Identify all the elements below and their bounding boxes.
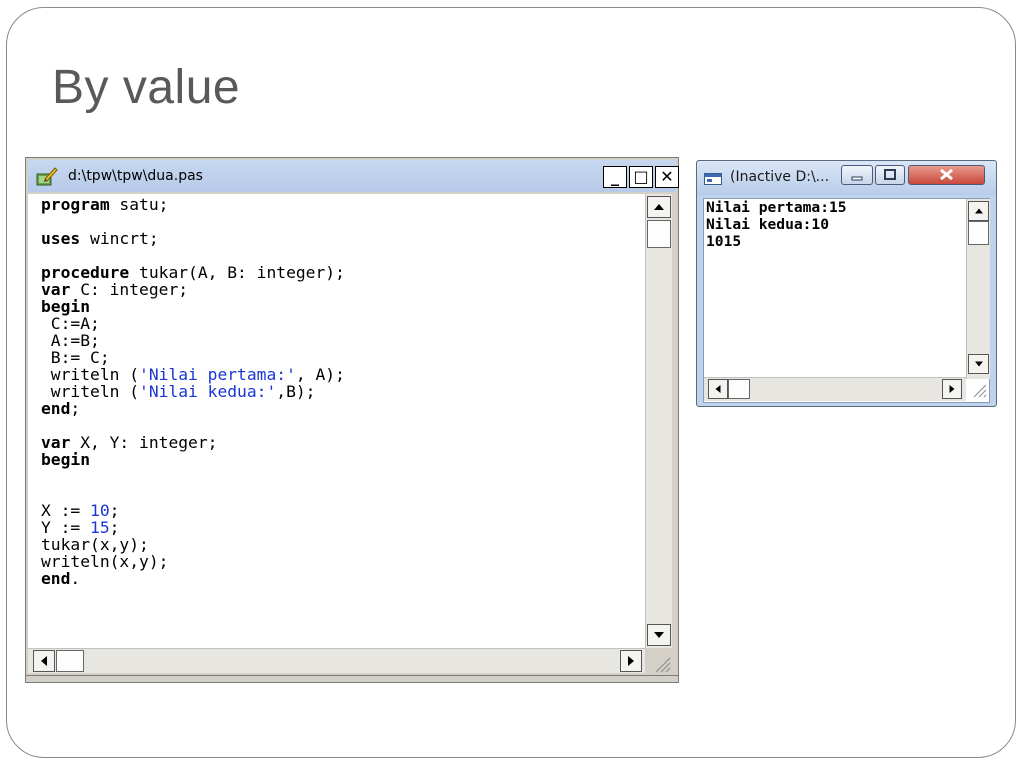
code-line[interactable]: var C: integer; [41, 281, 345, 298]
arrow-down-icon [974, 361, 983, 367]
editor-window[interactable]: d:\tpw\tpw\dua.pas _ □ ✕ program satu; u… [25, 157, 679, 683]
code-editor[interactable]: program satu; uses wincrt; procedure tuk… [28, 194, 645, 648]
console-line: 1015 [706, 233, 742, 250]
output-scroll-left-button[interactable] [708, 379, 728, 399]
code-line[interactable]: procedure tukar(A, B: integer); [41, 264, 345, 281]
arrow-right-icon [949, 385, 955, 393]
arrow-left-icon [715, 385, 721, 393]
code-line[interactable]: C:=A; [41, 315, 345, 332]
slide-title: By value [52, 61, 241, 114]
close-button[interactable]: ✕ [655, 166, 679, 188]
minimize-icon [851, 176, 863, 181]
code-line[interactable]: program satu; [41, 196, 345, 213]
console-output: Nilai pertama:15 Nilai kedua:10 1015 [703, 198, 990, 403]
code-line[interactable] [41, 213, 345, 230]
code-line[interactable]: end; [41, 400, 345, 417]
code-line[interactable] [41, 468, 345, 485]
editor-title: d:\tpw\tpw\dua.pas [68, 168, 203, 184]
console-line: Nilai kedua:10 [706, 216, 830, 233]
code-line[interactable]: B:= C; [41, 349, 345, 366]
scroll-left-button[interactable] [33, 650, 55, 672]
scroll-up-button[interactable] [647, 196, 671, 218]
code-line[interactable] [41, 247, 345, 264]
output-scroll-up-button[interactable] [968, 201, 989, 221]
code-string: 'Nilai kedua:' [139, 382, 277, 401]
code-line[interactable]: tukar(x,y); [41, 536, 345, 553]
output-hscroll-thumb[interactable] [728, 379, 750, 399]
scroll-down-button[interactable] [647, 624, 671, 646]
maximize-icon [884, 169, 896, 180]
output-maximize-button[interactable] [875, 165, 905, 185]
console-window-icon [704, 173, 722, 185]
code-text: ; [70, 399, 81, 418]
code-line[interactable]: writeln ('Nilai pertama:', A); [41, 366, 345, 383]
resize-grip-icon[interactable] [648, 652, 672, 674]
output-minimize-button[interactable] [841, 165, 873, 185]
editor-titlebar[interactable]: d:\tpw\tpw\dua.pas _ □ ✕ [28, 160, 679, 192]
code-line[interactable]: Y := 15; [41, 519, 345, 536]
console-text: Nilai pertama:15 Nilai kedua:10 1015 [706, 199, 847, 250]
window-bottom-edge [26, 675, 678, 676]
code-line[interactable]: begin [41, 451, 345, 468]
code-line[interactable] [41, 417, 345, 434]
output-window[interactable]: (Inactive D:\... Nilai pertama:15 Nilai k… [696, 160, 997, 407]
code-line[interactable]: uses wincrt; [41, 230, 345, 247]
code-text: wincrt; [80, 229, 159, 248]
output-titlebar[interactable]: (Inactive D:\... [697, 161, 996, 195]
console-line: Nilai pertama:15 [706, 199, 847, 216]
maximize-button[interactable]: □ [629, 166, 653, 188]
output-horizontal-scrollbar[interactable] [704, 377, 966, 401]
arrow-down-icon [654, 632, 664, 638]
close-icon [940, 168, 953, 181]
output-scroll-down-button[interactable] [968, 354, 989, 374]
output-scroll-right-button[interactable] [942, 379, 962, 399]
code-line[interactable]: A:=B; [41, 332, 345, 349]
code-text: . [70, 569, 81, 588]
hscroll-thumb[interactable] [56, 650, 84, 672]
output-vertical-scrollbar[interactable] [966, 199, 990, 379]
pascal-file-icon [36, 167, 58, 186]
source-code[interactable]: program satu; uses wincrt; procedure tuk… [41, 196, 345, 587]
scroll-right-button[interactable] [620, 650, 642, 672]
code-line[interactable] [41, 485, 345, 502]
output-title: (Inactive D:\... [730, 169, 830, 185]
output-close-button[interactable] [908, 165, 985, 185]
arrow-up-icon [654, 204, 664, 210]
arrow-left-icon [41, 656, 47, 666]
code-line[interactable]: end. [41, 570, 345, 587]
minimize-button[interactable]: _ [603, 166, 627, 188]
code-line[interactable]: X := 10; [41, 502, 345, 519]
editor-vertical-scrollbar[interactable] [645, 194, 672, 648]
code-keyword: program [41, 195, 110, 214]
output-resize-grip-icon[interactable] [968, 380, 988, 400]
code-line[interactable]: var X, Y: integer; [41, 434, 345, 451]
code-line[interactable]: begin [41, 298, 345, 315]
output-scroll-thumb[interactable] [968, 221, 989, 245]
arrow-right-icon [628, 656, 634, 666]
code-keyword: end [41, 569, 71, 588]
scroll-thumb[interactable] [647, 220, 671, 248]
code-line[interactable]: writeln ('Nilai kedua:',B); [41, 383, 345, 400]
code-text: satu; [109, 195, 169, 214]
editor-horizontal-scrollbar[interactable] [28, 648, 645, 673]
arrow-up-icon [974, 208, 983, 214]
code-line[interactable]: writeln(x,y); [41, 553, 345, 570]
code-text: X, Y: integer; [70, 433, 218, 452]
code-text: ,B); [276, 382, 316, 401]
